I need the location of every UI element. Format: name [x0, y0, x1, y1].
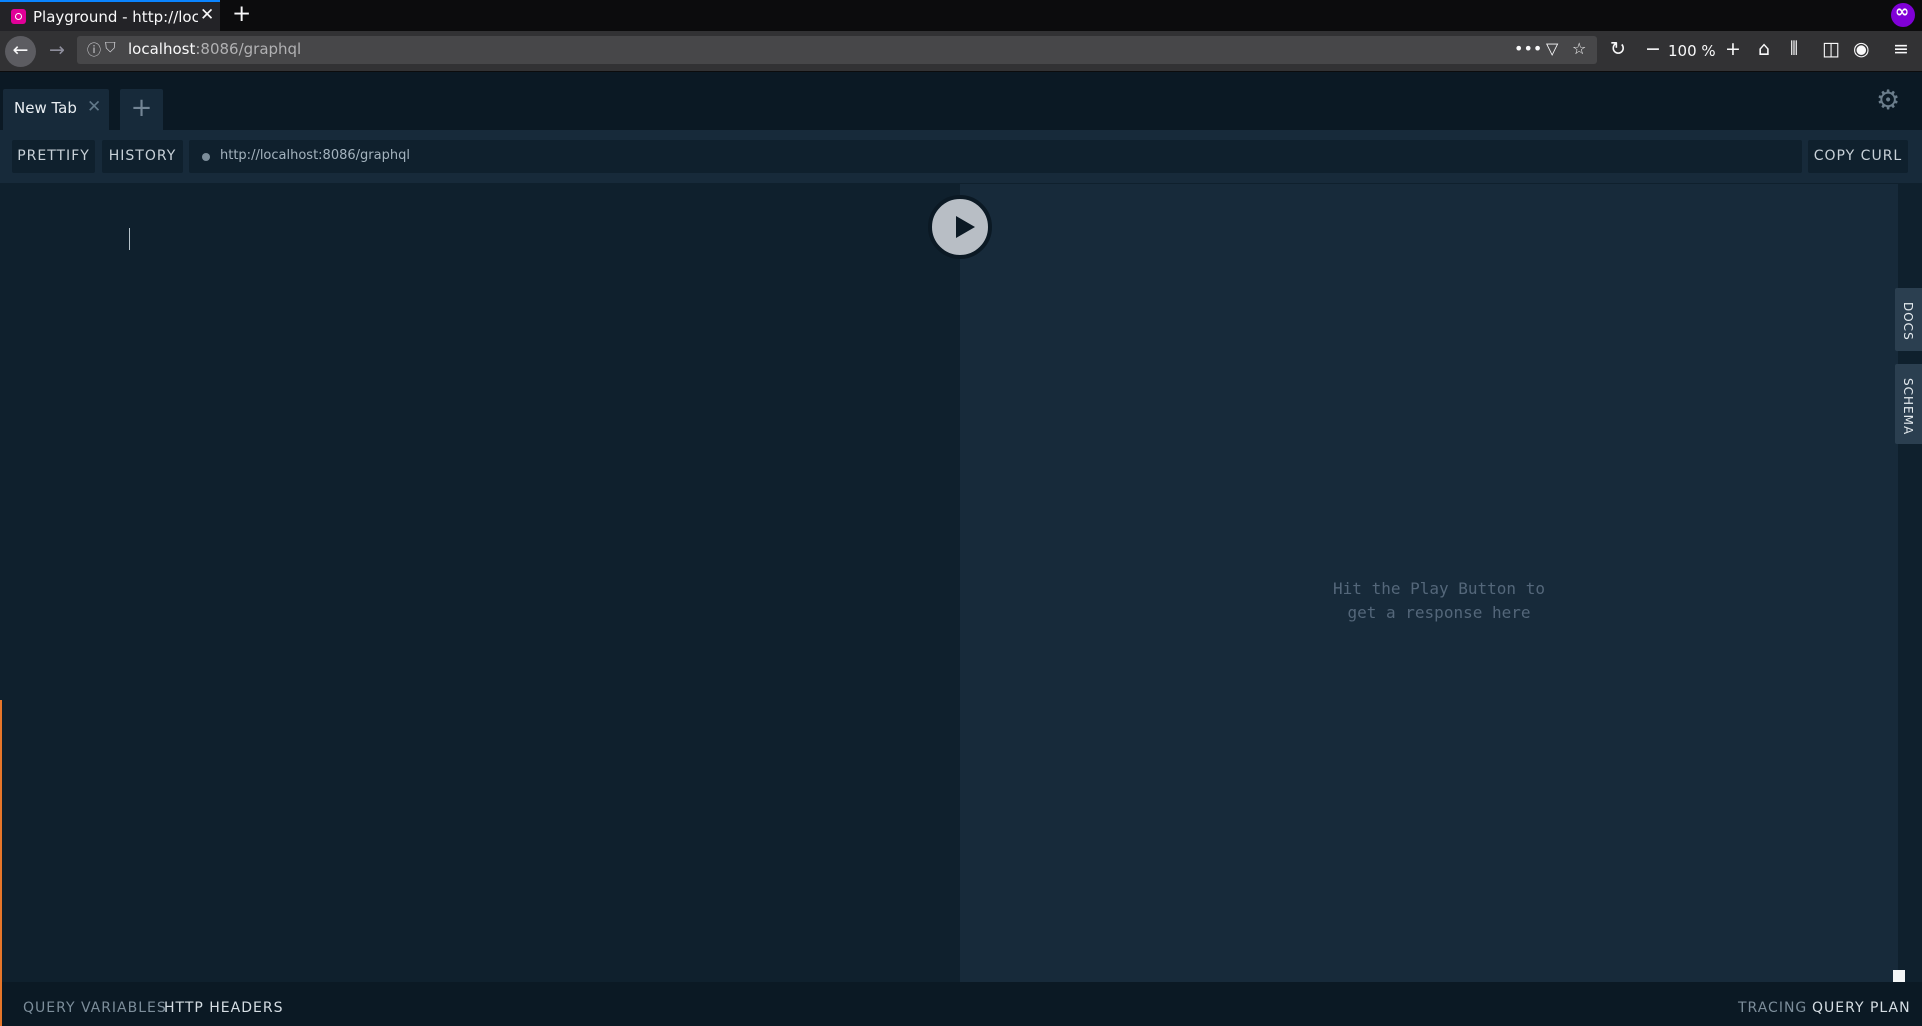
graphql-favicon-icon	[11, 9, 26, 24]
play-button[interactable]	[928, 195, 992, 259]
pocket-icon[interactable]: ▽	[1546, 39, 1558, 58]
history-button[interactable]: HISTORY	[102, 140, 183, 173]
url-text[interactable]: localhost:8086/graphql	[128, 40, 301, 58]
add-tab-button[interactable]: +	[120, 89, 163, 130]
window-edge-accent	[0, 700, 2, 1026]
url-bar[interactable]: ⓘ ⛉ localhost:8086/graphql ••• ▽ ☆	[77, 36, 1597, 64]
playground-tab-bar	[0, 72, 1922, 130]
back-button[interactable]: ←	[5, 36, 36, 67]
zoom-in-icon[interactable]: +	[1725, 38, 1741, 60]
resize-handle[interactable]	[1893, 970, 1905, 982]
new-tab-button[interactable]: +	[232, 1, 251, 27]
gear-icon[interactable]: ⚙	[1876, 85, 1900, 116]
http-headers-tab[interactable]: HTTP HEADERS	[164, 1000, 283, 1016]
prettify-button[interactable]: PRETTIFY	[12, 140, 95, 173]
page-actions-icon[interactable]: •••	[1514, 39, 1542, 58]
browser-tab[interactable]: Playground - http://localhost:8086/graph…	[0, 0, 220, 31]
home-icon[interactable]: ⌂	[1758, 38, 1770, 60]
close-tab-icon[interactable]: ✕	[200, 5, 214, 25]
url-host: localhost	[128, 40, 196, 58]
query-editor[interactable]	[2, 184, 960, 982]
docs-tab[interactable]: DOCS	[1895, 288, 1922, 351]
sidebar-icon[interactable]: ◫	[1822, 38, 1840, 60]
zoom-level[interactable]: 100 %	[1668, 42, 1716, 60]
library-icon[interactable]: ⫴	[1790, 38, 1798, 60]
endpoint-url: http://localhost:8086/graphql	[220, 148, 410, 163]
account-icon[interactable]: ◉	[1853, 38, 1870, 60]
tracking-shield-icon[interactable]: ⛉	[105, 40, 116, 56]
private-browsing-icon	[1891, 2, 1915, 27]
copy-curl-button[interactable]: COPY CURL	[1808, 140, 1908, 173]
browser-navbar: ← → ⓘ ⛉ localhost:8086/graphql ••• ▽ ☆ ↻…	[0, 31, 1922, 72]
bottom-bar	[0, 982, 1922, 1026]
connection-status-icon	[202, 153, 210, 161]
playground-tab-label: New Tab	[14, 99, 77, 117]
zoom-out-icon[interactable]: −	[1645, 38, 1661, 60]
forward-button[interactable]: →	[43, 36, 71, 67]
query-variables-tab[interactable]: QUERY VARIABLES	[23, 1000, 167, 1016]
close-icon[interactable]: ✕	[87, 97, 101, 117]
playground-tab[interactable]: New Tab ✕	[3, 89, 109, 130]
url-path: :8086/graphql	[195, 40, 302, 58]
reload-icon[interactable]: ↻	[1610, 38, 1626, 60]
endpoint-input[interactable]: http://localhost:8086/graphql	[189, 140, 1802, 173]
site-info-icon[interactable]: ⓘ	[87, 40, 101, 60]
browser-tab-title: Playground - http://localhost:8086/graph…	[33, 8, 198, 26]
result-placeholder: Hit the Play Button to get a response he…	[1333, 579, 1545, 622]
schema-tab[interactable]: SCHEMA	[1895, 364, 1922, 444]
docs-tab-label: DOCS	[1901, 302, 1915, 341]
query-plan-tab[interactable]: QUERY PLAN	[1812, 1000, 1911, 1016]
tracing-tab[interactable]: TRACING	[1738, 1000, 1807, 1016]
menu-icon[interactable]: ≡	[1893, 38, 1909, 60]
bookmark-star-icon[interactable]: ☆	[1572, 39, 1586, 58]
schema-tab-label: SCHEMA	[1901, 378, 1915, 436]
text-cursor	[129, 228, 130, 250]
browser-tab-strip: Playground - http://localhost:8086/graph…	[0, 0, 1922, 31]
